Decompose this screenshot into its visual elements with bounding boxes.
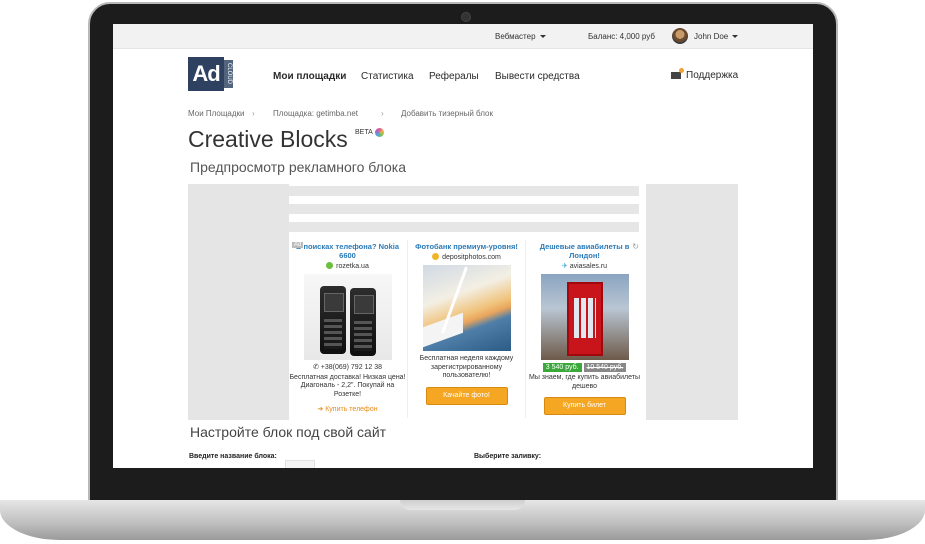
logo[interactable]: Ad CLOUD <box>188 57 233 93</box>
avatar[interactable] <box>672 28 688 44</box>
ad-domain: rozetka.ua <box>289 262 406 270</box>
ad-text: Мы знаем, где купить авиабилеты дешево <box>529 374 640 390</box>
chevron-down-icon <box>732 35 739 38</box>
ad-domain: depositphotos.com <box>408 253 525 261</box>
laptop-notch <box>400 500 525 510</box>
ad-domain-text: depositphotos.com <box>442 254 501 261</box>
ad-preview: Ad В поисках телефона? Nokia 6600 rozetk… <box>188 184 738 420</box>
ad-phone-text: +38(069) 792 12 38 <box>320 364 383 371</box>
phone-icon: ✆ <box>312 364 321 371</box>
nav-statistics[interactable]: Статистика <box>361 71 414 82</box>
breadcrumb-current: Добавить тизерный блок <box>401 109 493 118</box>
ad-image[interactable] <box>540 274 629 360</box>
ad-title[interactable]: Фотобанк премиум-уровня! <box>408 242 525 251</box>
ad-title[interactable]: В поисках телефона? Nokia 6600 <box>289 242 406 260</box>
ad-text: Бесплатная доставка! Низкая цена! Диагон… <box>289 373 406 398</box>
chevron-right-icon: › <box>252 109 255 118</box>
rozetka-icon <box>326 262 334 269</box>
fill-label: Выберите заливку: <box>474 453 542 460</box>
nav-withdraw[interactable]: Вывести средства <box>495 71 580 82</box>
phone-image <box>349 288 376 356</box>
ad-cta-button[interactable]: Купить билет <box>543 397 626 415</box>
logo-main: Ad <box>188 57 224 91</box>
placeholder-bar <box>289 204 639 214</box>
beta-icon <box>375 128 384 137</box>
ad-prices: 3 540 руб. 10 540 руб. <box>526 363 643 372</box>
user-menu[interactable]: John Doe <box>694 32 739 41</box>
nav-referrals[interactable]: Рефералы <box>429 71 479 82</box>
ad-card[interactable]: Фотобанк премиум-уровня! depositphotos.c… <box>407 240 525 418</box>
placeholder-bar <box>289 222 639 232</box>
balance-label: Баланс: 4,000 руб <box>588 32 655 41</box>
user-name: John Doe <box>694 32 729 41</box>
top-bar: Вебмастер Баланс: 4,000 руб John Doe <box>113 24 813 49</box>
depositphotos-icon <box>432 253 440 260</box>
plane-icon: ✈ <box>561 263 570 270</box>
ad-domain: ✈ aviasales.ru <box>526 262 643 270</box>
ad-image[interactable] <box>422 265 511 351</box>
mail-icon <box>671 68 684 79</box>
ad-label: Ad <box>292 242 304 248</box>
block-name-input[interactable] <box>285 460 315 468</box>
placeholder-bar <box>289 186 639 196</box>
ad-phone: ✆ +38(069) 792 12 38 <box>289 364 406 373</box>
configure-title: Настройте блок под свой сайт <box>190 424 387 440</box>
price-old: 10 540 руб. <box>583 363 627 372</box>
role-label: Вебмастер <box>495 32 536 41</box>
ad-cta-button[interactable]: Качайте фото! <box>425 386 508 405</box>
telephone-booth-image <box>566 282 603 356</box>
logo-side: CLOUD <box>224 60 233 88</box>
ad-image[interactable] <box>303 274 392 360</box>
ad-domain-text: aviasales.ru <box>569 263 608 270</box>
ad-domain-text: rozetka.ua <box>336 263 369 270</box>
screen: Вебмастер Баланс: 4,000 руб John Doe Ad … <box>113 24 813 468</box>
chevron-right-icon: › <box>381 109 384 118</box>
support-link[interactable]: Поддержка <box>671 68 739 81</box>
ad-card[interactable]: Ad В поисках телефона? Nokia 6600 rozetk… <box>289 240 406 418</box>
ad-title[interactable]: Дешевые авиабилеты в Лондон! <box>526 242 643 260</box>
ad-text: Бесплатная неделя каждому зарегистрирова… <box>419 355 514 379</box>
ad-card[interactable]: ↻ Дешевые авиабилеты в Лондон! ✈ aviasal… <box>525 240 643 418</box>
support-label: Поддержка <box>686 70 739 81</box>
block-name-label: Введите название блока: <box>189 453 277 460</box>
chevron-down-icon <box>539 35 546 38</box>
price-new: 3 540 руб. <box>542 363 582 372</box>
page-subtitle: Предпросмотр рекламного блока <box>190 159 406 175</box>
nav-my-sites[interactable]: Мои площадки <box>273 71 346 82</box>
refresh-icon[interactable]: ↻ <box>632 242 639 251</box>
preview-content: Ad В поисках телефона? Nokia 6600 rozetk… <box>289 184 646 420</box>
phone-image <box>319 286 346 354</box>
breadcrumb-item[interactable]: Площадка: getimba.net <box>273 109 358 118</box>
breadcrumb-item[interactable]: Мои Площадки <box>188 109 245 118</box>
ad-cta-link[interactable]: ➜ Купить телефон <box>289 405 406 413</box>
camera-icon <box>461 12 471 22</box>
ad-cta-label: Купить телефон <box>325 406 378 413</box>
beta-badge: BETA <box>355 129 373 136</box>
role-dropdown[interactable]: Вебмастер <box>495 32 546 41</box>
page-title: Creative Blocks <box>188 126 348 152</box>
